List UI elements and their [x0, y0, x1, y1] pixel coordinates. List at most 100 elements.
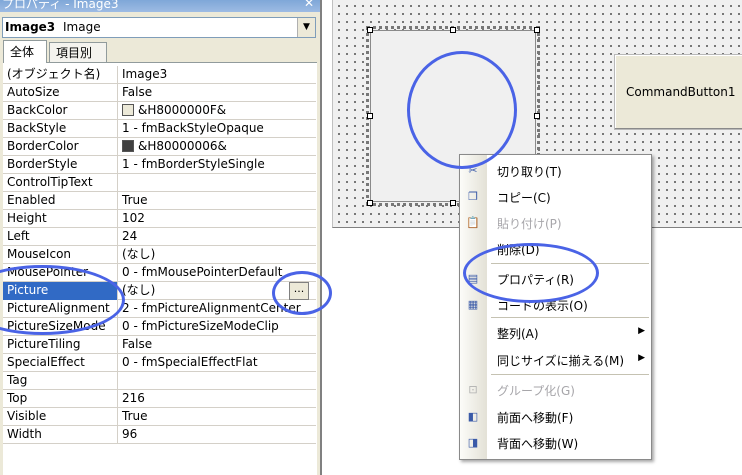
property-value[interactable]: 2 - fmPictureAlignmentCenter [119, 300, 316, 318]
command-button[interactable]: CommandButton1 [614, 54, 742, 130]
property-name: PictureSizeMode [3, 318, 118, 336]
property-name: SpecialEffect [3, 354, 118, 372]
property-row[interactable]: BackStyle 1 - fmBackStyleOpaque [3, 120, 316, 138]
property-value[interactable]: Image3 [119, 66, 316, 84]
resize-handle[interactable] [367, 113, 373, 119]
property-value[interactable]: True [119, 408, 316, 426]
property-value[interactable] [119, 174, 316, 192]
resize-handle[interactable] [534, 27, 540, 33]
property-value[interactable]: 1 - fmBorderStyleSingle [119, 156, 316, 174]
property-name: BorderStyle [3, 156, 118, 174]
menu-item[interactable]: ◧ 前面へ移動(F) [460, 405, 651, 429]
property-row[interactable]: PictureAlignment 2 - fmPictureAlignmentCe… [3, 300, 316, 318]
property-row[interactable]: Left 24 [3, 228, 316, 246]
property-value[interactable]: 0 - fmPictureSizeModeClip [119, 318, 316, 336]
property-row[interactable]: MouseIcon (なし) [3, 246, 316, 264]
menu-item[interactable]: ✂ 切り取り(T) [460, 159, 651, 183]
property-row[interactable]: Picture (なし) [3, 282, 316, 300]
menu-item[interactable]: 削除(D) [460, 237, 651, 261]
property-name: PictureTiling [3, 336, 118, 354]
property-name: Tag [3, 372, 118, 390]
property-value[interactable]: &H8000000F& [119, 102, 316, 120]
property-value-text: &H8000000F& [138, 103, 227, 117]
property-row[interactable]: PictureTiling False [3, 336, 316, 354]
property-row[interactable]: SpecialEffect 0 - fmSpecialEffectFlat [3, 354, 316, 372]
paste-icon: 📋 [466, 216, 480, 229]
submenu-arrow-icon: ▶ [638, 326, 645, 336]
property-value[interactable]: False [119, 336, 316, 354]
property-name: Picture [3, 282, 118, 300]
property-value[interactable]: False [119, 84, 316, 102]
property-name: Enabled [3, 192, 118, 210]
property-value[interactable]: &H80000006& [119, 138, 316, 156]
context-menu: ✂ 切り取り(T) ❐ コピー(C) 📋 貼り付け(P) 削除(D) ▤ プロパティ(R) ▦ コー… [459, 154, 652, 460]
chevron-down-icon[interactable]: ▼ [297, 18, 315, 37]
tab-all[interactable]: 全体 [3, 40, 47, 63]
menu-item-label: コードの表示(O) [497, 299, 588, 313]
property-row[interactable]: Height 102 [3, 210, 316, 228]
property-name: (オブジェクト名) [3, 66, 118, 84]
property-value[interactable] [119, 372, 316, 390]
menu-item[interactable]: ◨ 背面へ移動(W) [460, 431, 651, 455]
property-value[interactable]: 216 [119, 390, 316, 408]
resize-handle[interactable] [367, 200, 373, 206]
close-icon[interactable]: ✕ [304, 0, 314, 10]
property-row[interactable]: BorderColor &H80000006& [3, 138, 316, 156]
property-value[interactable]: 96 [119, 426, 316, 444]
property-name: Visible [3, 408, 118, 426]
scissors-icon: ✂ [468, 164, 478, 177]
property-value[interactable]: (なし) [119, 282, 316, 300]
resize-handle[interactable] [450, 200, 456, 206]
property-row[interactable]: ControlTipText [3, 174, 316, 192]
submenu-arrow-icon: ▶ [638, 353, 645, 363]
property-row[interactable]: Tag [3, 372, 316, 390]
property-row[interactable]: Width 96 [3, 426, 316, 444]
property-row[interactable]: BackColor &H8000000F& [3, 102, 316, 120]
property-row[interactable]: Visible True [3, 408, 316, 426]
resize-handle[interactable] [450, 27, 456, 33]
menu-item[interactable]: ▤ プロパティ(R) [460, 267, 651, 291]
menu-item[interactable]: ▦ コードの表示(O) [460, 293, 651, 317]
property-value[interactable]: 0 - fmSpecialEffectFlat [119, 354, 316, 372]
menu-item[interactable]: 整列(A) ▶ [460, 321, 651, 345]
property-value[interactable]: 1 - fmBackStyleOpaque [119, 120, 316, 138]
tab-categorized[interactable]: 項目別 [49, 42, 107, 62]
group-icon: ⊡ [468, 383, 478, 396]
resize-handle[interactable] [367, 27, 373, 33]
property-name: Height [3, 210, 118, 228]
property-row[interactable]: AutoSize False [3, 84, 316, 102]
property-name: MousePointer [3, 264, 118, 282]
property-name: AutoSize [3, 84, 118, 102]
send-back-icon: ◨ [467, 436, 479, 449]
property-row[interactable]: (オブジェクト名) Image3 [3, 66, 316, 84]
resize-handle[interactable] [534, 113, 540, 119]
object-selector[interactable]: Image3 Image ▼ [2, 17, 316, 38]
menu-item-label: グループ化(G) [497, 384, 575, 398]
menu-separator [491, 374, 649, 375]
menu-item-label: プロパティ(R) [497, 273, 574, 287]
property-value[interactable]: 0 - fmMousePointerDefault [119, 264, 316, 282]
property-row[interactable]: BorderStyle 1 - fmBorderStyleSingle [3, 156, 316, 174]
property-value[interactable]: 24 [119, 228, 316, 246]
menu-item[interactable]: ❐ コピー(C) [460, 185, 651, 209]
property-name: ControlTipText [3, 174, 118, 192]
property-row[interactable]: PictureSizeMode 0 - fmPictureSizeModeClip [3, 318, 316, 336]
property-value[interactable]: (なし) [119, 246, 316, 264]
property-row[interactable]: MousePointer 0 - fmMousePointerDefault [3, 264, 316, 282]
property-name: PictureAlignment [3, 300, 118, 318]
property-grid: (オブジェクト名) Image3 AutoSize False BackColor &H8… [3, 62, 317, 475]
menu-item-label: 整列(A) [497, 327, 539, 341]
menu-item-label: 切り取り(T) [497, 165, 562, 179]
property-value[interactable]: 102 [119, 210, 316, 228]
properties-title-bar[interactable]: プロパティ - Image3 ✕ [0, 0, 320, 12]
menu-item-label: 同じサイズに揃える(M) [497, 354, 624, 368]
property-value[interactable]: True [119, 192, 316, 210]
menu-separator [491, 263, 649, 264]
property-row[interactable]: Top 216 [3, 390, 316, 408]
property-row[interactable]: Enabled True [3, 192, 316, 210]
property-name: Left [3, 228, 118, 246]
picture-browse-button[interactable]: ... [289, 282, 309, 300]
property-value-text: &H80000006& [138, 139, 227, 153]
property-name: Width [3, 426, 118, 444]
menu-item[interactable]: 同じサイズに揃える(M) ▶ [460, 348, 651, 372]
